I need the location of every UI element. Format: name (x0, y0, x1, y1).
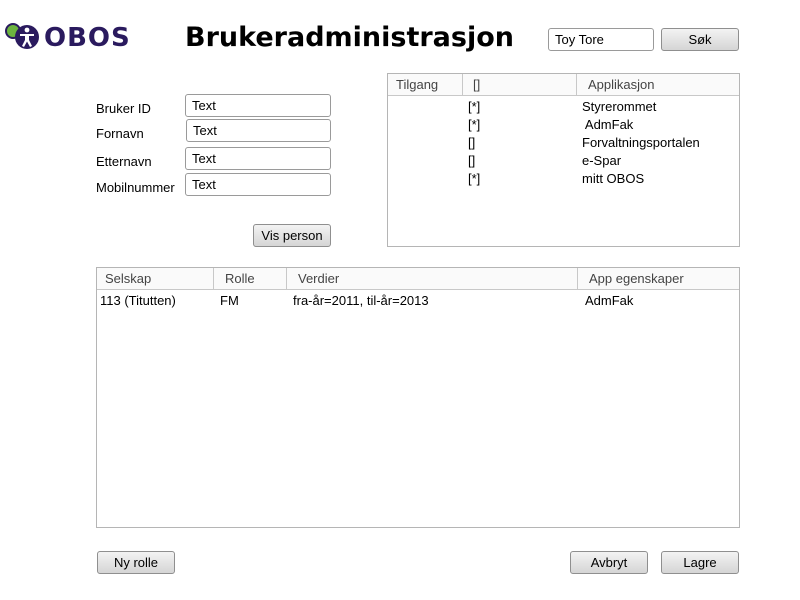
access-check[interactable]: [*] (468, 170, 480, 188)
role-values[interactable]: fra-år=2011, til-år=2013 (293, 292, 429, 310)
access-app[interactable]: AdmFak (582, 116, 633, 134)
obos-logo-icon (5, 23, 39, 49)
column-header-app-properties[interactable]: App egenskaper (578, 268, 741, 290)
last-name-label: Etternavn (96, 154, 152, 169)
search-input[interactable] (548, 28, 654, 51)
access-app[interactable]: Forvaltningsportalen (582, 134, 700, 152)
access-app[interactable]: mitt OBOS (582, 170, 644, 188)
column-header-role[interactable]: Rolle (214, 268, 287, 290)
access-check[interactable]: [*] (468, 98, 480, 116)
access-app[interactable]: Styrerommet (582, 98, 656, 116)
access-table: Tilgang [] Applikasjon [*] Styrerommet [… (387, 73, 740, 247)
access-check[interactable]: [*] (468, 116, 480, 134)
page-title: Brukeradministrasjon (185, 22, 514, 53)
mobile-field[interactable] (185, 173, 331, 196)
new-role-button[interactable]: Ny rolle (97, 551, 175, 574)
last-name-field[interactable] (185, 147, 331, 170)
access-check[interactable]: [] (468, 152, 475, 170)
access-app[interactable]: e-Spar (582, 152, 621, 170)
user-id-label: Bruker ID (96, 101, 151, 116)
show-person-button[interactable]: Vis person (253, 224, 331, 247)
role-app-properties[interactable]: AdmFak (585, 292, 633, 310)
column-header-values[interactable]: Verdier (287, 268, 578, 290)
column-header-check[interactable]: [] (463, 74, 577, 96)
search-button[interactable]: Søk (661, 28, 739, 51)
cancel-button[interactable]: Avbryt (570, 551, 648, 574)
access-check[interactable]: [] (468, 134, 475, 152)
save-button[interactable]: Lagre (661, 551, 739, 574)
first-name-label: Fornavn (96, 126, 144, 141)
column-header-application[interactable]: Applikasjon (577, 74, 741, 96)
roles-table-header: Selskap Rolle Verdier App egenskaper (97, 268, 739, 290)
user-id-field[interactable] (185, 94, 331, 117)
column-header-access[interactable]: Tilgang (388, 74, 463, 96)
column-header-company[interactable]: Selskap (97, 268, 214, 290)
access-table-header: Tilgang [] Applikasjon (388, 74, 739, 96)
role-name[interactable]: FM (220, 292, 239, 310)
roles-table: Selskap Rolle Verdier App egenskaper 113… (96, 267, 740, 528)
role-company[interactable]: 113 (Titutten) (100, 292, 176, 310)
first-name-field[interactable] (186, 119, 331, 142)
mobile-label: Mobilnummer (96, 180, 175, 195)
obos-logo-text: OBOS (44, 23, 131, 53)
